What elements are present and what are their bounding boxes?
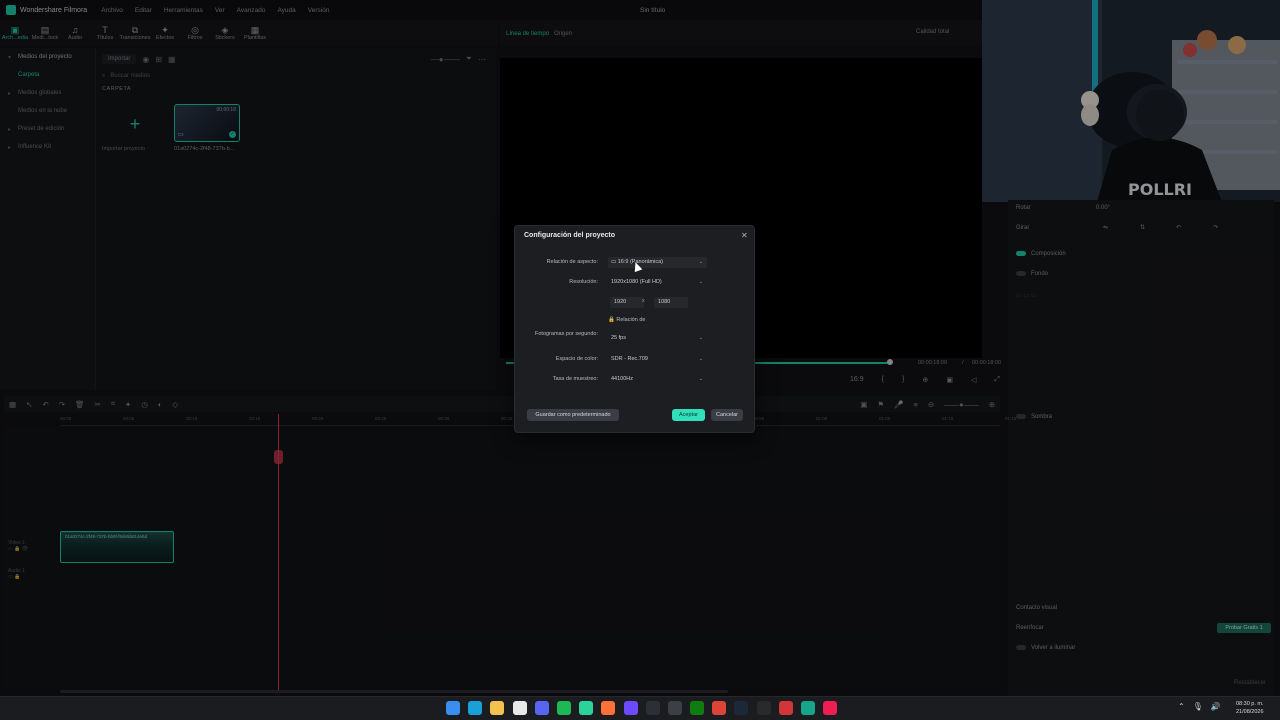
edge-icon[interactable] [468,701,483,715]
file-explorer-icon[interactable] [490,701,505,715]
aspect-ratio-select[interactable]: ▭ 16:9 (Panorámica) ⌄ [608,257,707,268]
lock-ratio-toggle[interactable]: 🔒 Relación de [608,317,645,323]
chevron-up-icon[interactable]: ⌃ [1178,702,1185,711]
windows-start-icon[interactable] [446,701,460,715]
chevron-down-icon: ⌄ [698,279,703,285]
resolution-select[interactable]: 1920x1080 (Full HD) ⌄ [608,277,707,288]
tiktok-icon[interactable] [823,701,838,715]
chevron-down-icon: ⌄ [698,335,703,341]
resolution-x: x [642,298,645,304]
color-space-value: SDR - Rec.709 [611,356,648,362]
proton-icon[interactable] [623,701,638,715]
taskbar-clock[interactable]: 08:30 p. m. 21/08/2026 [1236,700,1264,716]
lock-icon: 🔒 [608,317,615,323]
sample-rate-label: Tasa de muestreo: [552,376,598,382]
chrome-icon[interactable] [712,701,727,715]
chevron-down-icon: ⌄ [698,259,703,265]
color-space-label: Espacio de color: [555,356,598,362]
chevron-down-icon: ⌄ [698,376,703,382]
fps-value: 25 fps [611,335,626,341]
discord-icon[interactable] [534,701,549,715]
sample-rate-value: 44100Hz [611,376,634,382]
epic-icon[interactable] [756,701,771,715]
lock-ratio-label: Relación de [616,317,646,323]
clock-time: 08:30 p. m. [1236,701,1264,707]
notes-icon[interactable] [579,701,594,715]
save-as-default-button[interactable]: Guardar como predeterminado [527,409,619,421]
color-space-select[interactable]: SDR - Rec.709 ⌄ [608,354,707,365]
dialog-title: Configuración del proyecto [524,232,616,239]
fps-select[interactable]: 25 fps ⌄ [608,333,707,344]
steam-icon[interactable] [734,701,749,715]
cancel-button[interactable]: Cancelar [711,409,743,421]
riot-icon[interactable] [778,701,793,715]
spotify-icon[interactable] [556,701,571,715]
firefox-icon[interactable] [601,701,616,715]
sample-rate-select[interactable]: 44100Hz ⌄ [608,374,707,385]
resolution-value: 1920x1080 (Full HD) [611,279,662,285]
fps-label: Fotogramas por segundo: [535,331,598,337]
windows-taskbar: ⌃ 🎙 🔊 08:30 p. m. 21/08/2026 [0,696,1280,720]
system-tray: ⌃ 🎙 🔊 [1178,702,1229,711]
chevron-down-icon: ⌄ [698,356,703,362]
aspect-ratio-label: Relación de aspecto: [546,259,598,265]
volume-icon[interactable]: 🔊 [1211,702,1221,711]
mic-tray-icon[interactable]: 🎙 [1193,702,1203,711]
resolution-height-input[interactable]: 1080 [654,297,688,308]
calendar-icon[interactable] [512,701,527,715]
xbox-icon[interactable] [690,701,705,715]
clock-date: 21/08/2026 [1236,709,1264,715]
taskbar-apps [446,701,845,715]
resolution-label: Resolución: [569,279,598,285]
close-icon[interactable]: ✕ [741,231,748,240]
filmora-icon[interactable] [801,701,815,715]
monitor-icon: ▭ [611,259,617,265]
filmora-app: Wondershare Filmora Archivo Editar Herra… [0,0,1280,720]
obs-icon[interactable] [645,701,660,715]
accept-button[interactable]: Aceptar [672,409,705,421]
media-icon[interactable] [667,701,682,715]
resolution-width-input[interactable]: 1920 [610,297,644,308]
project-settings-dialog: Configuración del proyecto ✕ Relación de… [514,225,755,433]
